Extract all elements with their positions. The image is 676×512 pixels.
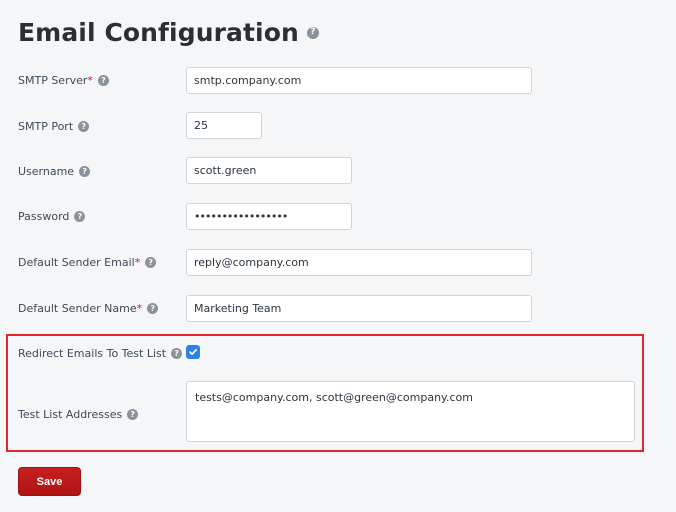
default-sender-email-label: Default Sender Email bbox=[18, 256, 135, 269]
redirect-test-list-checkbox[interactable] bbox=[186, 345, 200, 359]
smtp-server-label-row: SMTP Server * ? bbox=[18, 74, 109, 87]
page-title: Email Configuration bbox=[18, 18, 299, 47]
save-button[interactable]: Save bbox=[18, 467, 81, 496]
test-list-addresses-label-row: Test List Addresses ? bbox=[18, 408, 139, 421]
required-mark: * bbox=[136, 302, 143, 315]
password-input[interactable]: ••••••••••••••••• bbox=[186, 203, 352, 230]
redirect-test-list-label: Redirect Emails To Test List bbox=[18, 347, 167, 360]
default-sender-name-input[interactable]: Marketing Team bbox=[186, 295, 532, 322]
password-help-icon[interactable]: ? bbox=[74, 211, 86, 222]
default-sender-email-input[interactable]: reply@company.com bbox=[186, 249, 532, 276]
page-header: Email Configuration ? bbox=[18, 18, 319, 47]
smtp-port-input[interactable]: 25 bbox=[186, 112, 262, 139]
smtp-server-label: SMTP Server bbox=[18, 74, 88, 87]
default-sender-email-help-icon[interactable]: ? bbox=[145, 257, 157, 268]
title-help-icon[interactable]: ? bbox=[306, 26, 319, 39]
smtp-port-label: SMTP Port bbox=[18, 120, 74, 133]
required-mark: * bbox=[87, 74, 93, 87]
default-sender-email-label-row: Default Sender Email * ? bbox=[18, 256, 157, 269]
default-sender-name-help-icon[interactable]: ? bbox=[147, 303, 159, 314]
default-sender-name-label-row: Default Sender Name * ? bbox=[18, 302, 159, 315]
check-icon bbox=[189, 348, 198, 356]
username-label: Username bbox=[18, 165, 75, 178]
test-list-addresses-label: Test List Addresses bbox=[18, 408, 123, 421]
default-sender-name-label: Default Sender Name bbox=[18, 302, 137, 315]
username-help-icon[interactable]: ? bbox=[79, 166, 91, 177]
test-list-addresses-help-icon[interactable]: ? bbox=[127, 409, 139, 420]
required-mark: * bbox=[134, 256, 141, 269]
redirect-test-list-help-icon[interactable]: ? bbox=[171, 348, 183, 359]
password-label-row: Password ? bbox=[18, 210, 86, 223]
smtp-port-label-row: SMTP Port ? bbox=[18, 120, 90, 133]
redirect-test-list-label-row: Redirect Emails To Test List ? bbox=[18, 347, 183, 360]
test-list-addresses-textarea[interactable]: tests@company.com, scott@green@company.c… bbox=[186, 381, 635, 442]
username-label-row: Username ? bbox=[18, 165, 91, 178]
smtp-port-help-icon[interactable]: ? bbox=[78, 121, 90, 132]
smtp-server-input[interactable]: smtp.company.com bbox=[186, 67, 532, 94]
username-input[interactable]: scott.green bbox=[186, 157, 352, 184]
smtp-server-help-icon[interactable]: ? bbox=[97, 75, 109, 86]
password-label: Password bbox=[18, 210, 70, 223]
email-configuration-page: Email Configuration ? SMTP Server * ? sm… bbox=[0, 0, 676, 512]
